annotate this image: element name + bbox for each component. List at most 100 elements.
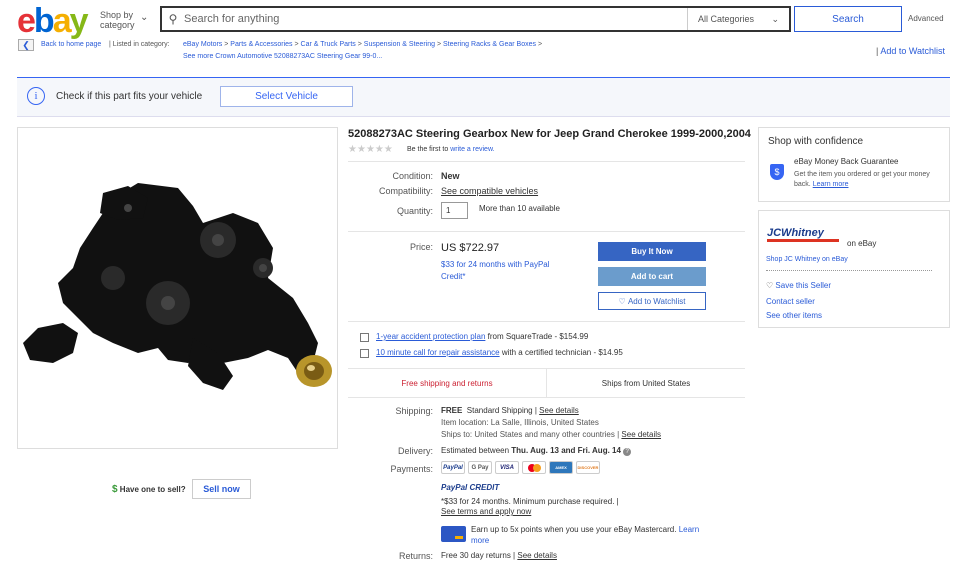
delivery-dates: Thu. Aug. 13 and Fri. Aug. 14 xyxy=(511,446,621,455)
dollar-icon: $ xyxy=(112,484,118,495)
visa-icon: VISA xyxy=(495,461,519,474)
category-select-label: All Categories xyxy=(698,14,755,24)
shipping-standard: Standard Shipping | xyxy=(466,406,537,415)
ppc-line: $33 for 24 months with PayPal xyxy=(441,260,550,269)
divider xyxy=(348,231,745,232)
search-button[interactable]: Search xyxy=(794,6,902,32)
breadcrumb-separator: > xyxy=(436,41,442,48)
confidence-title: Shop with confidence xyxy=(768,136,864,147)
learn-more-link[interactable]: Learn xyxy=(679,525,699,534)
shop-by-category[interactable]: Shop by category xyxy=(100,10,135,30)
breadcrumb-separator: > xyxy=(224,41,229,48)
heart-icon: ♡ xyxy=(618,296,628,306)
search-icon: ⚲ xyxy=(168,12,178,26)
protection-plan-link[interactable]: 1-year accident protection plan xyxy=(376,332,485,341)
mastercard-icon xyxy=(522,461,546,474)
ebay-logo[interactable]: ebay xyxy=(17,2,89,41)
repair-call-text: 10 minute call for repair assistance wit… xyxy=(376,348,623,357)
other-items-link[interactable]: See other items xyxy=(766,311,822,320)
breadcrumb-separator: > xyxy=(357,41,362,48)
add-to-watchlist-button[interactable]: ♡ Add to Watchlist xyxy=(598,292,706,310)
repair-call-price: with a certified technician - $14.95 xyxy=(499,348,623,357)
logo-letter: b xyxy=(33,2,55,40)
breadcrumb-item[interactable]: Parts & Accessories xyxy=(230,41,292,48)
contact-seller-link[interactable]: Contact seller xyxy=(766,297,815,306)
breadcrumb-separator: > xyxy=(537,41,543,48)
quantity-input[interactable]: 1 xyxy=(441,202,468,219)
review-prompt: Be the first to write a review. xyxy=(407,146,495,153)
google-pay-icon: G Pay xyxy=(468,461,492,474)
ships-to: Ships to: United States and many other c… xyxy=(441,429,661,441)
compatible-vehicles-link[interactable]: See compatible vehicles xyxy=(441,186,538,196)
search-input[interactable] xyxy=(184,9,687,29)
add-to-watchlist-link[interactable]: Add to Watchlist xyxy=(880,46,945,56)
help-icon[interactable]: ? xyxy=(623,448,632,456)
ebay-mastercard-icon xyxy=(441,526,466,542)
seller-logo-underline xyxy=(767,239,839,242)
paypal-icon: PayPal xyxy=(441,461,465,474)
money-back-title: eBay Money Back Guarantee xyxy=(794,157,899,166)
back-arrow-icon[interactable]: ❮ xyxy=(18,39,34,51)
breadcrumb-item[interactable]: Steering Racks & Gear Boxes xyxy=(443,41,536,48)
chevron-down-icon[interactable]: ⌄ xyxy=(140,12,148,23)
save-seller-link[interactable]: ♡ Save this Seller xyxy=(766,281,831,290)
select-vehicle-button[interactable]: Select Vehicle xyxy=(220,86,353,107)
ships-to-see-details-link[interactable]: See details xyxy=(621,430,661,439)
paypal-credit-logo: PayPal CREDIT xyxy=(441,483,500,492)
sell-prompt: $ Have one to sell? xyxy=(112,484,186,495)
breadcrumb-item[interactable]: Suspension & Steering xyxy=(364,41,435,48)
info-icon: i xyxy=(27,87,45,105)
repair-call-link[interactable]: 10 minute call for repair assistance xyxy=(376,348,500,357)
payments-label: Payments: xyxy=(390,464,433,474)
condition-value: New xyxy=(441,171,460,181)
discover-icon: DISCOVER xyxy=(576,461,600,474)
review-prefix: Be the first to xyxy=(407,146,449,153)
star-icon: ★ xyxy=(356,144,366,155)
protection-plan-checkbox[interactable] xyxy=(360,333,369,342)
logo-letter: y xyxy=(69,2,89,40)
paypal-credit-offer[interactable]: $33 for 24 months with PayPal Credit* xyxy=(441,259,550,283)
rating-stars[interactable]: ★★★★★ xyxy=(348,144,393,155)
sell-prompt-label: Have one to sell? xyxy=(119,485,186,494)
logo-letter: e xyxy=(17,2,36,40)
breadcrumb-item[interactable]: eBay Motors xyxy=(183,41,222,48)
money-back-text: Get the item you ordered or get your mon… xyxy=(794,170,944,190)
buy-it-now-button[interactable]: Buy It Now xyxy=(598,242,706,261)
shipping-see-details-link[interactable]: See details xyxy=(539,406,579,415)
free-shipping-tab[interactable]: Free shipping and returns xyxy=(348,369,547,397)
shipping-label: Shipping: xyxy=(395,406,433,416)
add-to-cart-button[interactable]: Add to cart xyxy=(598,267,706,286)
search-bar: ⚲ All Categories ⌄ xyxy=(160,6,791,32)
seller-logo[interactable]: JCWhitney xyxy=(767,227,824,239)
product-image-panel[interactable] xyxy=(17,127,338,449)
shop-seller-link[interactable]: Shop JC Whitney on eBay xyxy=(766,256,848,263)
advanced-search-link[interactable]: Advanced xyxy=(908,14,944,23)
returns-see-details-link[interactable]: See details xyxy=(517,551,557,560)
logo-letter: a xyxy=(52,2,72,40)
star-icon: ★ xyxy=(383,144,393,155)
shop-by-label: Shop by xyxy=(100,10,134,20)
category-select[interactable]: All Categories ⌄ xyxy=(687,8,789,30)
repair-call-checkbox[interactable] xyxy=(360,349,369,358)
ships-from-tab[interactable]: Ships from United States xyxy=(547,369,745,397)
mastercard-offer: Earn up to 5x points when you use your e… xyxy=(471,524,741,546)
on-ebay-label: on eBay xyxy=(847,239,877,248)
protection-plan-price: from SquareTrade - $154.99 xyxy=(485,332,589,341)
price-value: US $722.97 xyxy=(441,242,500,254)
star-icon: ★ xyxy=(348,144,357,155)
sell-now-button[interactable]: Sell now xyxy=(192,479,251,499)
write-review-link[interactable]: write a review. xyxy=(450,146,494,153)
divider xyxy=(348,161,745,162)
star-icon: ★ xyxy=(374,144,384,155)
see-more-link[interactable]: See more Crown Automotive 52088273AC Ste… xyxy=(183,53,382,60)
chevron-down-icon: ⌄ xyxy=(771,13,779,24)
back-to-home-link[interactable]: Back to home page xyxy=(41,41,101,48)
breadcrumb-separator: > xyxy=(294,41,299,48)
shop-by-label: category xyxy=(100,20,135,30)
returns-text: Free 30 day returns | xyxy=(441,551,516,560)
ppc-apply-link[interactable]: See terms and apply now xyxy=(441,506,531,518)
breadcrumb-item[interactable]: Car & Truck Parts xyxy=(301,41,356,48)
learn-more-link[interactable]: Learn more xyxy=(813,181,849,188)
learn-more-link[interactable]: more xyxy=(471,536,489,545)
quantity-label: Quantity: xyxy=(396,206,433,216)
